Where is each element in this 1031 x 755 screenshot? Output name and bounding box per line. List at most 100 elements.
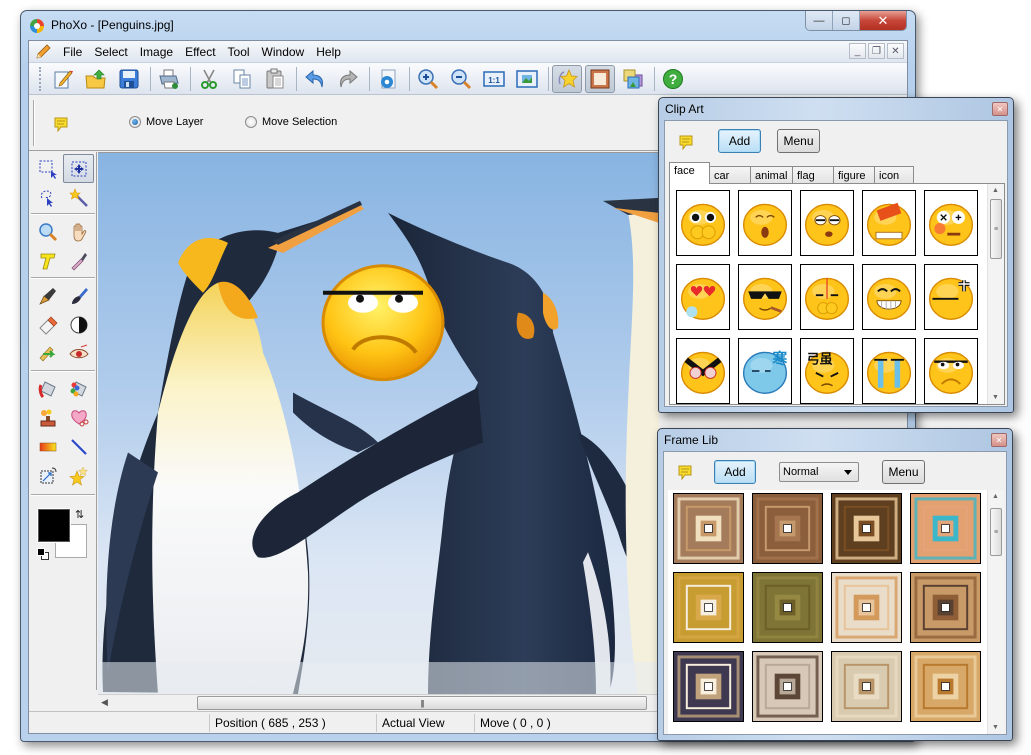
tab-animal[interactable]: animal bbox=[750, 166, 793, 184]
foreground-color-swatch[interactable] bbox=[37, 508, 71, 543]
radio-button-checked[interactable] bbox=[129, 116, 141, 128]
actual-size-button[interactable]: 1:1 bbox=[479, 65, 509, 93]
color-replace-tool[interactable] bbox=[63, 374, 94, 403]
clip-art-item-laughing-face[interactable] bbox=[862, 264, 916, 330]
frame-lib-item-frame-4[interactable] bbox=[910, 493, 981, 564]
menu-file[interactable]: File bbox=[57, 45, 88, 59]
menu-image[interactable]: Image bbox=[134, 45, 179, 59]
tab-figure[interactable]: figure bbox=[833, 166, 875, 184]
fill-tool[interactable] bbox=[32, 374, 63, 403]
zoom-tool[interactable] bbox=[32, 217, 63, 246]
print-button[interactable] bbox=[154, 65, 184, 93]
help-button[interactable]: ? bbox=[658, 65, 688, 93]
horizontal-scrollbar[interactable]: ◀ ||| bbox=[98, 694, 659, 711]
clip-art-item-cool-sunglasses-face[interactable] bbox=[738, 264, 792, 330]
layers-button[interactable] bbox=[618, 65, 648, 93]
clip-art-item-in-love-face[interactable] bbox=[676, 264, 730, 330]
frame-lib-vertical-scrollbar[interactable]: ▲ ≡ ▼ bbox=[987, 490, 1004, 734]
move-layer-radio[interactable]: Move Layer bbox=[129, 116, 203, 128]
frame-lib-item-frame-10[interactable] bbox=[752, 651, 823, 722]
minimize-button[interactable]: — bbox=[806, 11, 833, 30]
scrollbar-thumb[interactable]: ||| bbox=[197, 696, 647, 710]
brush-tool[interactable] bbox=[63, 281, 94, 310]
frame-lib-item-frame-2[interactable] bbox=[752, 493, 823, 564]
line-tool[interactable] bbox=[63, 432, 94, 461]
magic-wand-tool[interactable] bbox=[63, 183, 94, 212]
pen-tool[interactable] bbox=[32, 281, 63, 310]
doc-minimize-button[interactable]: _ bbox=[849, 43, 866, 59]
clip-art-vertical-scrollbar[interactable]: ▲ ≡ ▼ bbox=[987, 184, 1004, 404]
close-button[interactable]: ✕ bbox=[860, 11, 906, 30]
image-canvas[interactable] bbox=[98, 152, 659, 694]
contrast-tool[interactable] bbox=[63, 310, 94, 339]
menu-select[interactable]: Select bbox=[88, 45, 133, 59]
frame-lib-item-frame-8[interactable] bbox=[910, 572, 981, 643]
transform-tool[interactable] bbox=[32, 461, 63, 490]
scroll-down-arrow-icon[interactable]: ▼ bbox=[992, 394, 999, 401]
clip-art-item-sweating-face[interactable] bbox=[800, 264, 854, 330]
toolbar-grip[interactable] bbox=[39, 66, 42, 91]
redo-button[interactable] bbox=[333, 65, 363, 93]
lasso-select-tool[interactable] bbox=[32, 183, 63, 212]
maximize-button[interactable]: ◻ bbox=[833, 11, 860, 30]
clip-art-item-surprised-face[interactable] bbox=[676, 190, 730, 256]
menu-tool[interactable]: Tool bbox=[222, 45, 256, 59]
clip-art-item-furious-face[interactable] bbox=[676, 338, 730, 404]
cutout-tool[interactable] bbox=[63, 403, 94, 432]
clip-art-item-sleepy-face[interactable] bbox=[800, 190, 854, 256]
menu-help[interactable]: Help bbox=[310, 45, 347, 59]
scroll-down-arrow-icon[interactable]: ▼ bbox=[992, 724, 999, 731]
doc-close-button[interactable]: ✕ bbox=[887, 43, 904, 59]
frame-lib-item-frame-3[interactable] bbox=[831, 493, 902, 564]
clip-art-item-fuming-face[interactable]: 弓虽 bbox=[800, 338, 854, 404]
stamp-tool[interactable] bbox=[32, 403, 63, 432]
text-tool[interactable] bbox=[32, 246, 63, 275]
tip-bubble-icon[interactable] bbox=[53, 116, 69, 132]
clip-art-item-unimpressed-face[interactable] bbox=[924, 338, 978, 404]
clip-art-item-brick-hit-face[interactable] bbox=[862, 190, 916, 256]
move-selection-radio[interactable]: Move Selection bbox=[245, 116, 337, 128]
zoom-out-button[interactable] bbox=[446, 65, 476, 93]
clip-art-item-yawning-face[interactable] bbox=[738, 190, 792, 256]
swap-colors-icon[interactable]: ⇅ bbox=[75, 508, 84, 521]
frame-lib-item-frame-9[interactable] bbox=[673, 651, 744, 722]
scrollbar-thumb[interactable]: ≡ bbox=[990, 508, 1002, 556]
frame-lib-item-frame-12[interactable] bbox=[910, 651, 981, 722]
tip-bubble-icon[interactable] bbox=[678, 134, 694, 150]
paste-button[interactable] bbox=[260, 65, 290, 93]
document-settings-button[interactable] bbox=[373, 65, 403, 93]
zoom-in-button[interactable] bbox=[413, 65, 443, 93]
menu-window[interactable]: Window bbox=[256, 45, 311, 59]
clip-art-item-angry-vein-face[interactable] bbox=[924, 264, 978, 330]
move-tool[interactable] bbox=[63, 154, 94, 183]
clip-art-item-dizzy-face[interactable] bbox=[924, 190, 978, 256]
frame-lib-item-frame-5[interactable] bbox=[673, 572, 744, 643]
scroll-up-arrow-icon[interactable]: ▲ bbox=[992, 187, 999, 194]
clip-art-add-button[interactable]: Add bbox=[718, 129, 761, 153]
tab-icon[interactable]: icon bbox=[874, 166, 914, 184]
star-shape-tool[interactable] bbox=[63, 461, 94, 490]
new-button[interactable] bbox=[48, 65, 78, 93]
eyedropper-tool[interactable] bbox=[63, 246, 94, 275]
frame-lib-menu-button[interactable]: Menu bbox=[882, 460, 925, 484]
tip-bubble-icon[interactable] bbox=[677, 464, 693, 480]
doc-restore-button[interactable]: ❐ bbox=[868, 43, 885, 59]
tab-flag[interactable]: flag bbox=[792, 166, 834, 184]
frame-lib-item-frame-11[interactable] bbox=[831, 651, 902, 722]
eraser-tool[interactable] bbox=[32, 310, 63, 339]
radio-button-unchecked[interactable] bbox=[245, 116, 257, 128]
rect-select-tool[interactable] bbox=[32, 154, 63, 183]
frame-lib-item-frame-1[interactable] bbox=[673, 493, 744, 564]
save-button[interactable] bbox=[114, 65, 144, 93]
tab-face[interactable]: face bbox=[669, 162, 710, 184]
clip-art-toggle-button[interactable] bbox=[552, 64, 582, 93]
scrollbar-thumb[interactable]: ≡ bbox=[990, 199, 1002, 259]
title-bar[interactable]: PhoXo - [Penguins.jpg] — ◻ ✕ bbox=[21, 11, 915, 41]
tab-car[interactable]: car bbox=[709, 166, 751, 184]
frame-lib-close-button[interactable]: ✕ bbox=[991, 433, 1007, 447]
hand-tool[interactable] bbox=[63, 217, 94, 246]
blend-mode-select[interactable]: Normal bbox=[779, 462, 859, 482]
scroll-up-arrow-icon[interactable]: ▲ bbox=[992, 493, 999, 500]
reset-colors-icon[interactable] bbox=[37, 548, 51, 562]
clip-art-item-crying-face[interactable] bbox=[862, 338, 916, 404]
